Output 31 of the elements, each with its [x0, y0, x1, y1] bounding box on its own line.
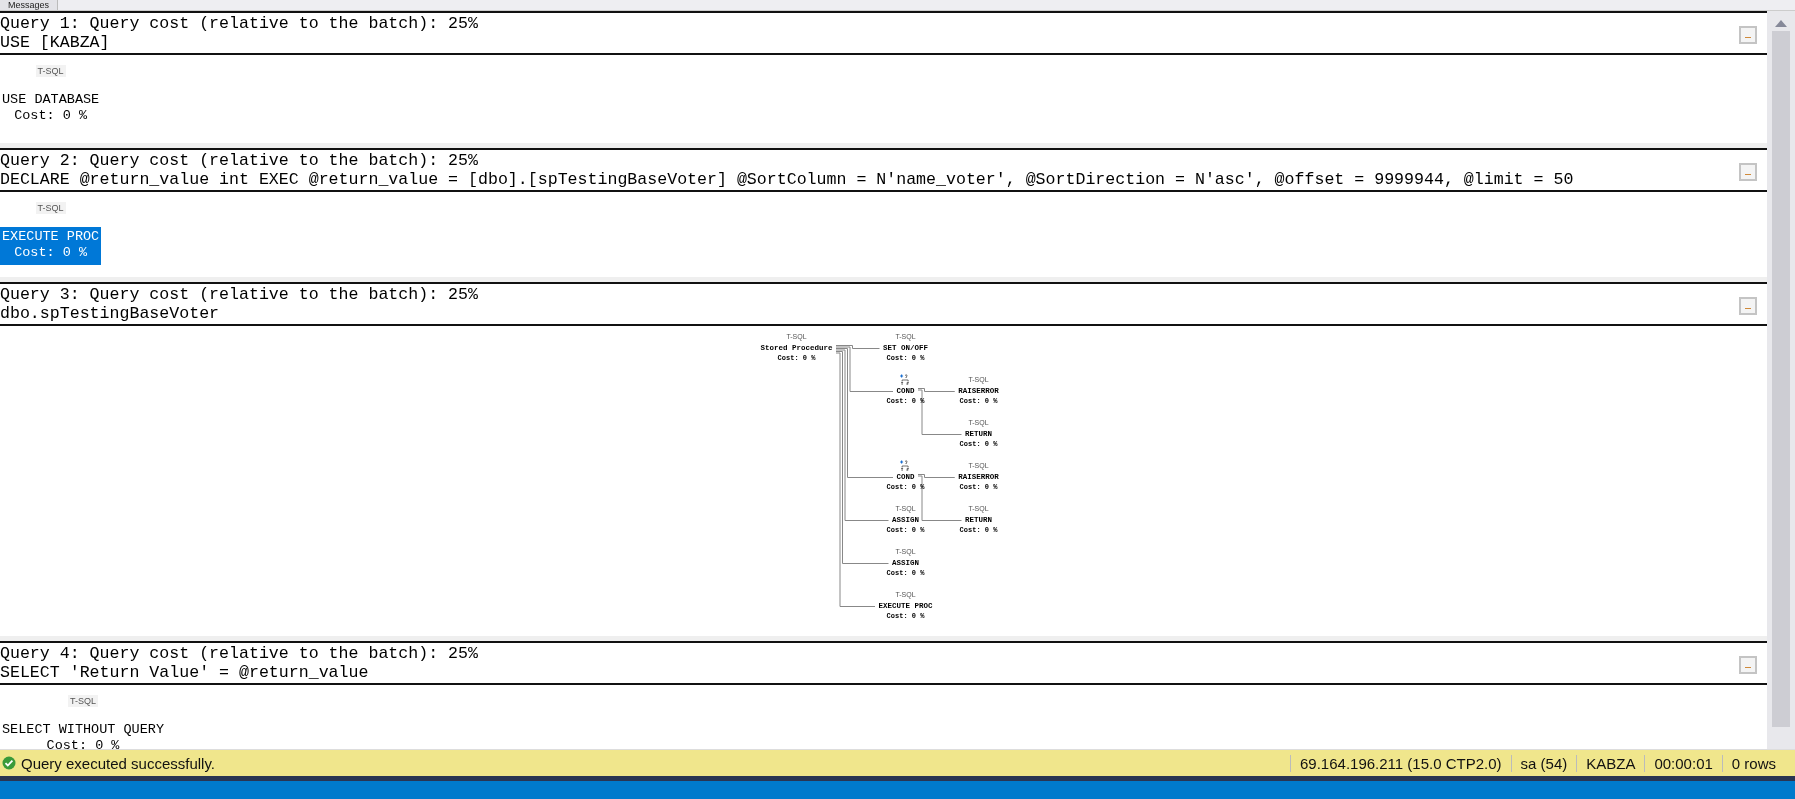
- status-segment: sa (54): [1510, 754, 1577, 772]
- condition-icon: [899, 373, 912, 385]
- query-cost-text: Query 3: Query cost (relative to the batch): 25%: [0, 285, 479, 304]
- success-check-icon: [2, 756, 16, 770]
- tsql-icon: T-SQL: [35, 202, 66, 214]
- collapse-button[interactable]: [1739, 26, 1757, 44]
- tab[interactable]: Messages: [0, 0, 59, 10]
- collapse-button[interactable]: [1739, 297, 1757, 315]
- query-cost-text: Query 1: Query cost (relative to the batch): 25%: [0, 14, 479, 33]
- query-cost-text: Query 4: Query cost (relative to the batch): 25%: [0, 644, 479, 663]
- status-message: Query executed successfully.: [21, 754, 216, 772]
- status-segment: KABZA: [1576, 754, 1645, 772]
- query-statement: dbo.spTestingBaseVoter: [0, 304, 221, 323]
- tsql-icon: T-SQL: [68, 695, 98, 707]
- plan-node[interactable]: EXECUTE PROC Cost: 0 %: [0, 227, 102, 265]
- scroll-thumb[interactable]: [1772, 31, 1790, 727]
- status-segment: 00:00:01: [1644, 754, 1722, 772]
- query-statement: DECLARE @return_value int EXEC @return_value = [dbo].[spTestingBaseVoter] @SortColumn = N'name_voter', @SortDirection = N'asc', @offset = 9999944, @limit = 50: [0, 170, 1575, 189]
- tsql-icon: T-SQL: [35, 65, 66, 77]
- status-segment: 0 rows: [1721, 754, 1785, 772]
- status-segment: 69.164.196.211 (15.0 CTP2.0): [1290, 754, 1511, 772]
- plan-node[interactable]: SELECT WITHOUT QUERY Cost: 0 %: [0, 720, 167, 749]
- scroll-up-icon[interactable]: [1775, 19, 1787, 27]
- scrollbar[interactable]: [1767, 11, 1795, 749]
- query-cost-text: Query 2: Query cost (relative to the batch): 25%: [0, 151, 479, 170]
- collapse-button[interactable]: [1739, 163, 1757, 181]
- query-statement: USE [KABZA]: [0, 33, 111, 52]
- collapse-button[interactable]: [1739, 656, 1757, 674]
- query-statement: SELECT 'Return Value' = @return_value: [0, 663, 370, 682]
- plan-node[interactable]: USE DATABASE Cost: 0 %: [0, 90, 102, 128]
- condition-icon: [899, 459, 912, 471]
